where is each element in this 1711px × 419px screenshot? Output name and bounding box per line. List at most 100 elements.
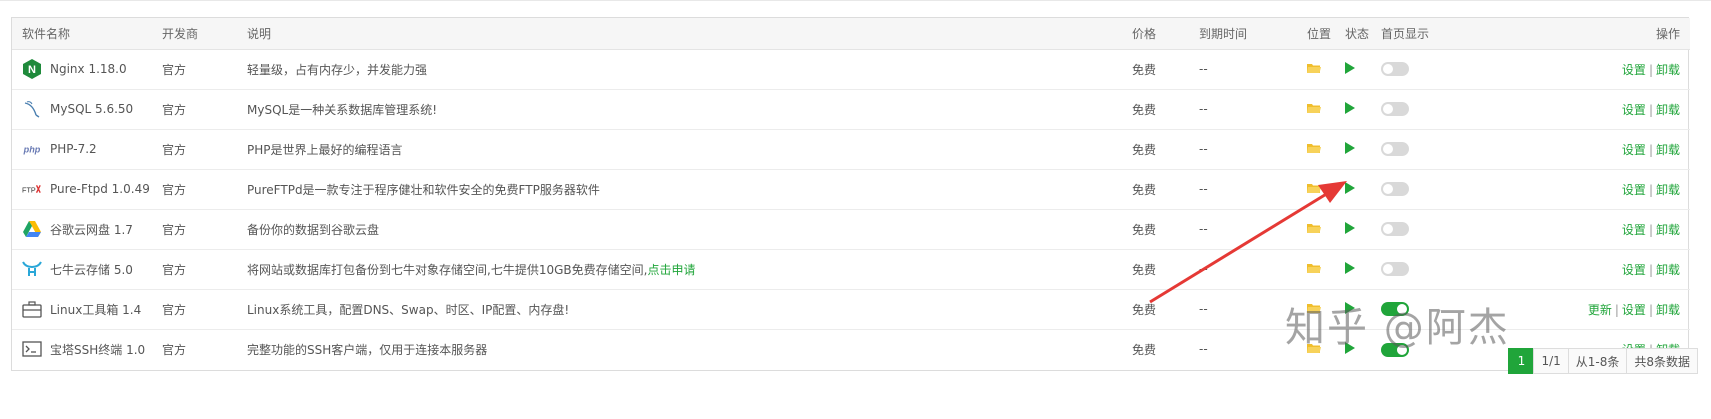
homepage-toggle[interactable] <box>1381 342 1409 357</box>
homepage-toggle[interactable] <box>1381 302 1409 317</box>
desc-text: 备份你的数据到谷歌云盘 <box>247 222 380 237</box>
software-name[interactable]: Linux工具箱 1.4 <box>50 301 141 318</box>
homepage-toggle[interactable] <box>1381 62 1409 77</box>
header-location: 位置 <box>1307 18 1345 50</box>
folder-icon[interactable] <box>1307 62 1321 77</box>
folder-icon[interactable] <box>1307 142 1321 157</box>
play-icon[interactable] <box>1345 221 1355 237</box>
software-name[interactable]: 宝塔SSH终端 1.0 <box>50 341 145 358</box>
svg-text:FTP: FTP <box>22 186 36 195</box>
op-link[interactable]: 更新 <box>1588 303 1612 317</box>
op-separator: | <box>1648 222 1653 237</box>
table-row: 七牛云存储 5.0 官方 将网站或数据库打包备份到七牛对象存储空间,七牛提供10GB… <box>12 249 1690 290</box>
desc-cell: PureFTPd是一款专注于程序健壮和软件安全的免费FTP服务器软件 <box>247 169 1132 210</box>
desc-text: 完整功能的SSH客户端，仅用于连接本服务器 <box>247 342 488 357</box>
op-link[interactable]: 设置 <box>1622 303 1646 317</box>
homepage-toggle[interactable] <box>1381 142 1409 157</box>
price-cell: 免费 <box>1132 289 1199 330</box>
header-ops: 操作 <box>1471 18 1690 50</box>
play-icon[interactable] <box>1345 141 1355 157</box>
table-row: 宝塔SSH终端 1.0官方完整功能的SSH客户端，仅用于连接本服务器免费--设置… <box>12 329 1690 369</box>
desc-text: PHP是世界上最好的编程语言 <box>247 142 403 157</box>
price-cell: 免费 <box>1132 249 1199 290</box>
ops-cell: 设置|卸载 <box>1471 169 1690 210</box>
homepage-toggle[interactable] <box>1381 262 1409 277</box>
software-name[interactable]: 七牛云存储 5.0 <box>50 261 133 278</box>
table-header-row: 软件名称 开发商 说明 价格 到期时间 位置 状态 首页显示 操作 <box>12 18 1690 50</box>
table-row: Linux工具箱 1.4 官方 Linux系统工具，配置DNS、Swap、时区、IP… <box>12 289 1690 330</box>
price-cell: 免费 <box>1132 209 1199 250</box>
expire-cell: -- <box>1199 169 1307 210</box>
op-link[interactable]: 卸载 <box>1656 63 1680 77</box>
play-icon[interactable] <box>1345 181 1355 197</box>
folder-icon[interactable] <box>1307 342 1321 357</box>
price-cell: 免费 <box>1132 342 1157 357</box>
nginx-icon: N <box>22 59 42 79</box>
expire-cell: -- <box>1199 89 1307 130</box>
desc-cell: PHP是世界上最好的编程语言 <box>247 129 1132 170</box>
folder-icon[interactable] <box>1307 182 1321 197</box>
homepage-toggle[interactable] <box>1381 182 1409 197</box>
desc-text: 轻量级，占有内存少，并发能力强 <box>247 62 428 77</box>
table-row: MySQL 5.6.50 官方 MySQL是一种关系数据库管理系统! 免费 -- 设置 | 卸… <box>12 89 1690 130</box>
folder-icon[interactable] <box>1307 302 1321 317</box>
play-icon[interactable] <box>1345 261 1355 277</box>
play-icon[interactable] <box>1345 101 1355 117</box>
qiniu-icon <box>22 259 42 279</box>
folder-icon[interactable] <box>1307 102 1321 117</box>
ftp-icon: FTP <box>22 179 42 199</box>
folder-icon[interactable] <box>1307 262 1321 277</box>
software-name[interactable]: 谷歌云网盘 1.7 <box>50 221 133 238</box>
svg-text:php: php <box>23 145 41 155</box>
header-name: 软件名称 <box>12 18 162 50</box>
op-separator: | <box>1648 102 1653 117</box>
homepage-toggle[interactable] <box>1381 222 1409 237</box>
terminal-icon <box>22 339 42 359</box>
ops-cell: 设置|卸载 <box>1471 129 1690 170</box>
page-range: 从1-8条 <box>1567 348 1628 374</box>
software-name[interactable]: Nginx 1.18.0 <box>50 62 127 76</box>
developer-cell: 官方 <box>162 342 187 357</box>
op-link[interactable]: 设置 <box>1622 63 1646 77</box>
ops-cell: 设置|卸载 <box>1471 49 1690 90</box>
op-link[interactable]: 卸载 <box>1656 263 1680 277</box>
homepage-toggle[interactable] <box>1381 102 1409 117</box>
price-cell: 免费 <box>1132 89 1199 130</box>
header-desc: 说明 <box>247 18 1132 50</box>
play-icon[interactable] <box>1345 341 1355 357</box>
developer-cell: 官方 <box>162 169 247 210</box>
page-count: 1/1 <box>1533 348 1569 374</box>
folder-icon[interactable] <box>1307 222 1321 237</box>
op-link[interactable]: 卸载 <box>1656 143 1680 157</box>
op-link[interactable]: 设置 <box>1622 223 1646 237</box>
play-icon[interactable] <box>1345 301 1355 317</box>
page-current[interactable]: 1 <box>1508 348 1535 374</box>
apply-link[interactable]: 点击申请 <box>647 263 695 277</box>
op-link[interactable]: 设置 <box>1622 143 1646 157</box>
software-name[interactable]: MySQL 5.6.50 <box>50 102 133 116</box>
op-link[interactable]: 卸载 <box>1656 183 1680 197</box>
op-link[interactable]: 设置 <box>1622 103 1646 117</box>
op-link[interactable]: 设置 <box>1622 183 1646 197</box>
op-link[interactable]: 卸载 <box>1656 223 1680 237</box>
page-total: 共8条数据 <box>1626 348 1698 374</box>
software-table: 软件名称 开发商 说明 价格 到期时间 位置 状态 首页显示 操作 N Nginx… <box>12 18 1690 369</box>
ops-cell: 设置|卸载 <box>1471 89 1690 130</box>
desc-cell: MySQL是一种关系数据库管理系统! <box>247 89 1132 130</box>
op-link[interactable]: 卸载 <box>1656 103 1680 117</box>
header-homepage: 首页显示 <box>1381 18 1471 50</box>
op-link[interactable]: 设置 <box>1622 263 1646 277</box>
op-separator: | <box>1648 302 1653 317</box>
software-name[interactable]: Pure-Ftpd 1.0.49 <box>50 182 150 196</box>
top-divider <box>0 0 1711 3</box>
table-row: 谷歌云网盘 1.7 官方 备份你的数据到谷歌云盘 免费 -- 设置 | 卸载 <box>12 209 1690 250</box>
google-drive-icon <box>22 219 42 239</box>
play-icon[interactable] <box>1345 61 1355 77</box>
header-expire: 到期时间 <box>1199 18 1307 50</box>
header-status: 状态 <box>1345 18 1381 50</box>
op-separator: | <box>1648 182 1653 197</box>
software-name[interactable]: PHP-7.2 <box>50 142 97 156</box>
expire-cell: -- <box>1199 209 1307 250</box>
price-cell: 免费 <box>1132 129 1199 170</box>
op-link[interactable]: 卸载 <box>1656 303 1680 317</box>
